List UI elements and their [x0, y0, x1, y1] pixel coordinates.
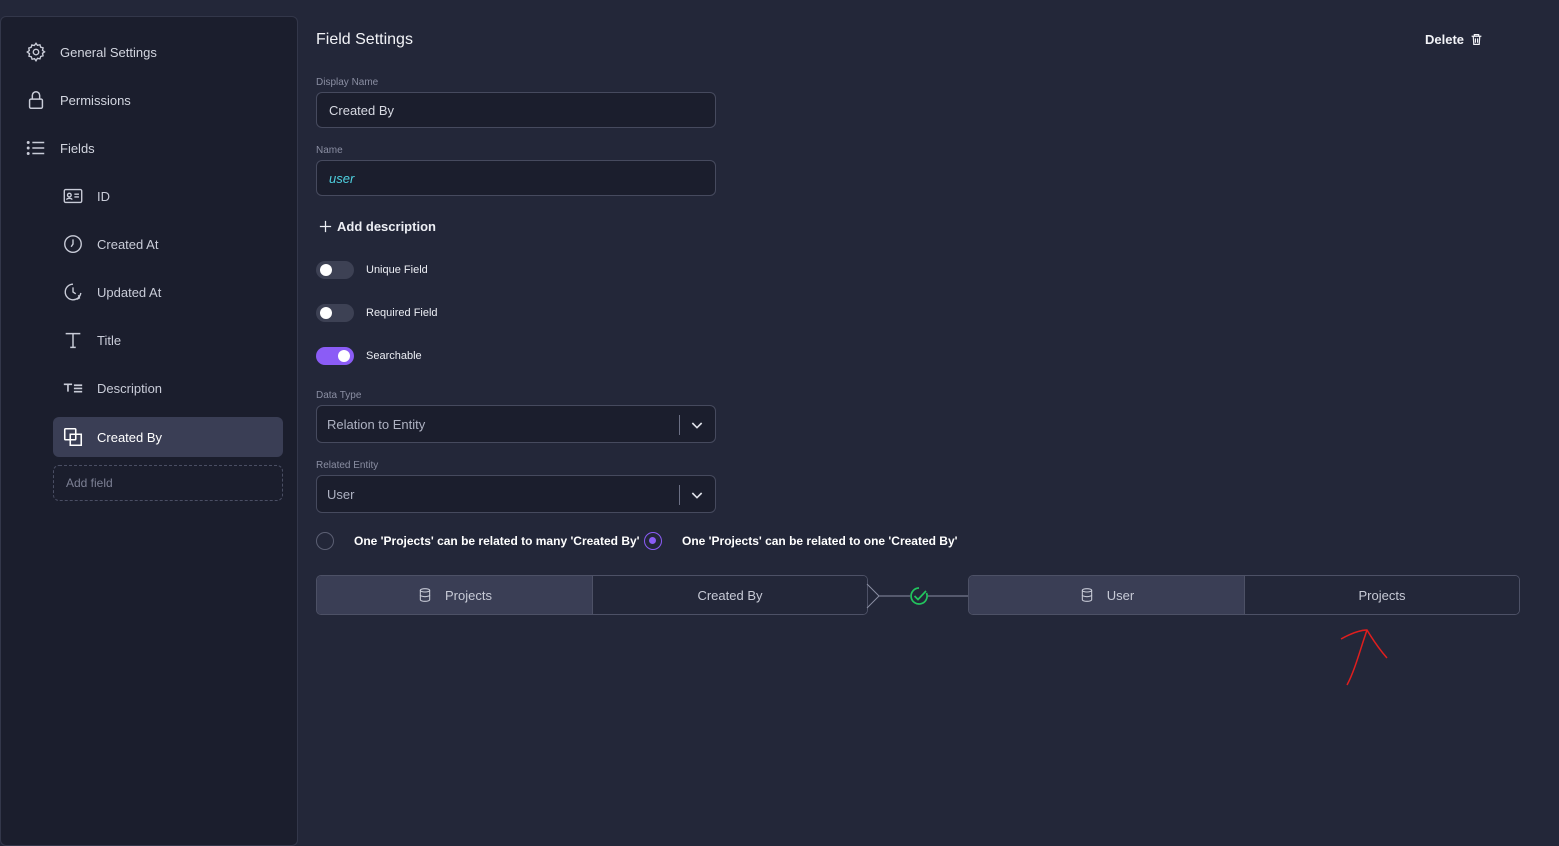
data-type-select[interactable]: Relation to Entity [316, 405, 716, 443]
nav-label: Permissions [60, 92, 131, 108]
check-circle-icon [910, 587, 928, 605]
radio-label: One 'Projects' can be related to one 'Cr… [682, 534, 958, 548]
text-icon [61, 328, 85, 352]
text-lines-icon [61, 376, 85, 400]
field-item-description[interactable]: Description [53, 368, 283, 408]
entity-label: Projects [445, 587, 492, 603]
add-description-label: Add description [337, 219, 436, 234]
page-title: Field Settings [316, 31, 413, 48]
toggle-switch[interactable] [316, 304, 354, 322]
field-item-label: Created At [97, 236, 159, 252]
display-name-label: Display Name [316, 77, 379, 88]
name-input[interactable]: user [316, 160, 716, 196]
toggle-unique-field[interactable]: Unique Field [316, 261, 428, 279]
relation-right-box: User Projects [968, 575, 1520, 615]
toggle-required-field[interactable]: Required Field [316, 304, 438, 322]
chevron-down-icon[interactable] [689, 487, 705, 503]
database-icon [1079, 587, 1095, 603]
related-entity-label: Related Entity [316, 460, 379, 471]
field-item-created-by[interactable]: Created By [53, 417, 283, 457]
toggle-label: Unique Field [366, 264, 428, 276]
relation-left-field: Created By [592, 576, 867, 614]
relation-icon [61, 425, 85, 449]
relation-left-box: Projects Created By [316, 575, 868, 615]
chevron-down-icon[interactable] [689, 417, 705, 433]
name-value: user [329, 170, 355, 186]
field-item-label: Updated At [97, 284, 162, 300]
related-entity-select[interactable]: User [316, 475, 716, 513]
field-item-label: Description [97, 380, 163, 396]
id-card-icon [61, 184, 85, 208]
nav-permissions[interactable]: Permissions [24, 88, 131, 112]
nav-fields[interactable]: Fields [24, 136, 95, 160]
plus-icon [319, 220, 332, 233]
gear-icon [24, 40, 48, 64]
entity-label: User [1106, 587, 1135, 603]
relation-right-entity: User [969, 576, 1244, 614]
display-name-value: Created By [329, 102, 395, 118]
trash-icon [1471, 34, 1482, 45]
lock-icon [24, 88, 48, 112]
field-item-id[interactable]: ID [53, 176, 283, 216]
field-item-label: Created By [97, 429, 163, 445]
nav-label: General Settings [60, 44, 157, 60]
delete-button[interactable]: Delete [1425, 32, 1483, 47]
toggle-label: Searchable [366, 350, 422, 362]
radio-label: One 'Projects' can be related to many 'C… [354, 534, 640, 548]
field-item-updated-at[interactable]: Updated At [53, 272, 283, 312]
clock-refresh-icon [61, 280, 85, 304]
field-item-label: ID [97, 188, 110, 204]
list-icon [24, 136, 48, 160]
toggle-switch[interactable] [316, 347, 354, 365]
related-entity-value: User [327, 486, 355, 502]
field-item-title[interactable]: Title [53, 320, 283, 360]
data-type-label: Data Type [316, 390, 362, 401]
toggle-searchable[interactable]: Searchable [316, 347, 422, 365]
radio-button[interactable] [644, 532, 662, 550]
add-description-button[interactable]: Add description [318, 219, 436, 234]
toggle-label: Required Field [366, 307, 438, 319]
nav-general-settings[interactable]: General Settings [24, 40, 157, 64]
field-label: Created By [697, 587, 763, 603]
relation-left-entity: Projects [317, 576, 592, 614]
add-field-placeholder: Add field [66, 476, 113, 490]
relation-right-field: Projects [1244, 576, 1519, 614]
relation-connector [866, 583, 968, 609]
data-type-value: Relation to Entity [327, 416, 426, 432]
delete-label: Delete [1425, 32, 1465, 47]
clock-icon [61, 232, 85, 256]
relation-option-one[interactable]: One 'Projects' can be related to one 'Cr… [644, 532, 958, 550]
field-item-created-at[interactable]: Created At [53, 224, 283, 264]
relation-option-many[interactable]: One 'Projects' can be related to many 'C… [316, 532, 640, 550]
nav-label: Fields [60, 140, 95, 156]
toggle-switch[interactable] [316, 261, 354, 279]
annotation-arrow-icon [1340, 629, 1388, 686]
radio-button[interactable] [316, 532, 334, 550]
field-item-label: Title [97, 332, 122, 348]
database-icon [417, 587, 433, 603]
add-field-input[interactable]: Add field [53, 465, 283, 501]
display-name-input[interactable]: Created By [316, 92, 716, 128]
name-label: Name [316, 145, 343, 156]
field-label: Projects [1358, 587, 1406, 603]
